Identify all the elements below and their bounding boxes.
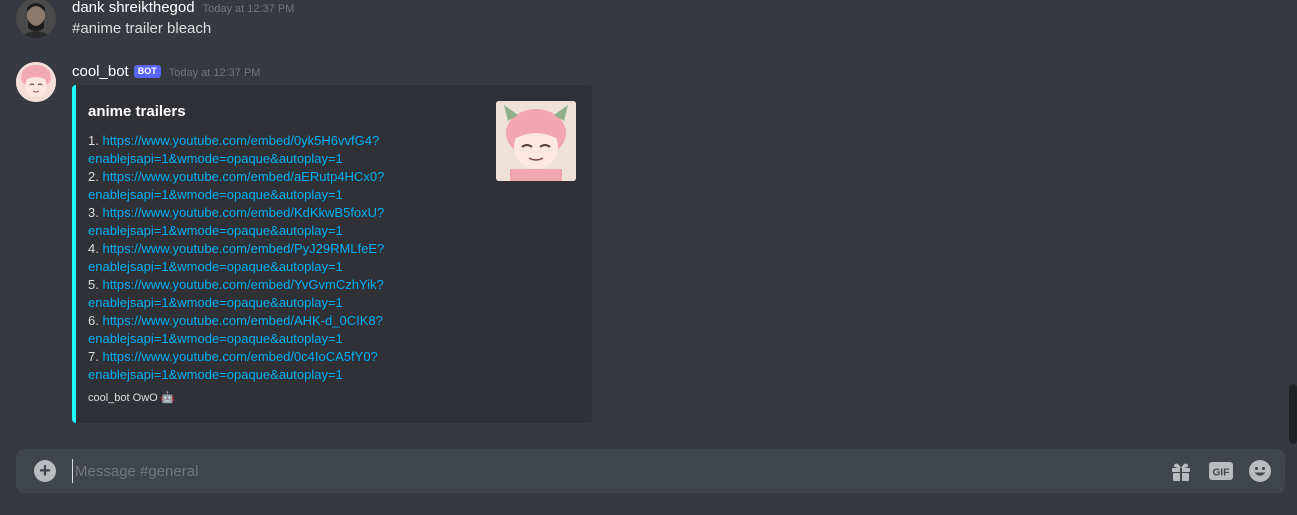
add-attachment-button[interactable]: + xyxy=(34,460,56,482)
message-input[interactable] xyxy=(72,459,1152,483)
link-line-1[interactable]: https://www.youtube.com/embed/0yk5H6vvfG… xyxy=(102,133,379,148)
emoji-button[interactable] xyxy=(1248,459,1272,483)
plus-icon: + xyxy=(39,460,51,482)
link-line-2[interactable]: enablejsapi=1&wmode=opaque&autoplay=1 xyxy=(88,331,343,346)
message-header: dank shreikthegod Today at 12:37 PM xyxy=(72,0,294,16)
gif-label: GIF xyxy=(1213,468,1230,479)
embed-title: anime trailers xyxy=(88,103,186,120)
item-number: 6. xyxy=(88,313,99,328)
item-number: 1. xyxy=(88,133,99,148)
link-line-2[interactable]: enablejsapi=1&wmode=opaque&autoplay=1 xyxy=(88,151,343,166)
timestamp: Today at 12:37 PM xyxy=(202,3,295,15)
timestamp: Today at 12:37 PM xyxy=(168,67,261,79)
link-line-2[interactable]: enablejsapi=1&wmode=opaque&autoplay=1 xyxy=(88,295,343,310)
list-item: 5. https://www.youtube.com/embed/YvGvmCz… xyxy=(88,276,488,312)
emoji-icon xyxy=(1249,460,1271,482)
link-line-2[interactable]: enablejsapi=1&wmode=opaque&autoplay=1 xyxy=(88,367,343,382)
message: dank shreikthegod Today at 12:37 PM #ani… xyxy=(0,0,1280,48)
embed-footer: cool_bot OwO 🤖 xyxy=(88,392,175,404)
scrollbar-thumb[interactable] xyxy=(1289,384,1297,444)
avatar[interactable] xyxy=(16,0,56,38)
embed: anime trailers 1. https://www.youtube.co… xyxy=(72,85,592,423)
list-item: 6. https://www.youtube.com/embed/AHK-d_0… xyxy=(88,312,488,348)
thumbnail-image xyxy=(496,101,576,181)
item-number: 7. xyxy=(88,349,99,364)
link-line-1[interactable]: https://www.youtube.com/embed/YvGvmCzhYi… xyxy=(102,277,383,292)
list-item: 7. https://www.youtube.com/embed/0c4IoCA… xyxy=(88,348,488,384)
message: cool_bot BOT Today at 12:37 PM anime tra… xyxy=(0,60,1280,440)
link-line-2[interactable]: enablejsapi=1&wmode=opaque&autoplay=1 xyxy=(88,259,343,274)
message-header: cool_bot BOT Today at 12:37 PM xyxy=(72,63,260,80)
gif-icon: GIF xyxy=(1209,462,1233,480)
embed-description: 1. https://www.youtube.com/embed/0yk5H6v… xyxy=(88,132,488,384)
item-number: 5. xyxy=(88,277,99,292)
bot-tag: BOT xyxy=(133,65,161,78)
avatar[interactable] xyxy=(16,62,56,102)
gift-button[interactable] xyxy=(1169,459,1193,483)
gif-button[interactable]: GIF xyxy=(1209,459,1233,483)
item-number: 4. xyxy=(88,241,99,256)
link-line-1[interactable]: https://www.youtube.com/embed/0c4IoCA5fY… xyxy=(102,349,377,364)
link-line-2[interactable]: enablejsapi=1&wmode=opaque&autoplay=1 xyxy=(88,187,343,202)
item-number: 3. xyxy=(88,205,99,220)
chat-area: dank shreikthegod Today at 12:37 PM #ani… xyxy=(0,0,1297,515)
link-line-1[interactable]: https://www.youtube.com/embed/aERutp4HCx… xyxy=(102,169,384,184)
list-item: 3. https://www.youtube.com/embed/KdKkwB5… xyxy=(88,204,488,240)
item-number: 2. xyxy=(88,169,99,184)
list-item: 2. https://www.youtube.com/embed/aERutp4… xyxy=(88,168,488,204)
bot-avatar-image xyxy=(16,62,56,102)
link-line-2[interactable]: enablejsapi=1&wmode=opaque&autoplay=1 xyxy=(88,223,343,238)
message-composer: + GIF xyxy=(16,449,1285,493)
username[interactable]: dank shreikthegod xyxy=(72,0,195,16)
link-line-1[interactable]: https://www.youtube.com/embed/PyJ29RMLfe… xyxy=(102,241,384,256)
username[interactable]: cool_bot xyxy=(72,63,129,80)
message-content: #anime trailer bleach xyxy=(72,20,212,37)
link-line-1[interactable]: https://www.youtube.com/embed/AHK-d_0CIK… xyxy=(102,313,382,328)
embed-thumbnail[interactable] xyxy=(496,101,576,181)
user-avatar-image xyxy=(16,0,56,38)
list-item: 4. https://www.youtube.com/embed/PyJ29RM… xyxy=(88,240,488,276)
link-line-1[interactable]: https://www.youtube.com/embed/KdKkwB5fox… xyxy=(102,205,384,220)
list-item: 1. https://www.youtube.com/embed/0yk5H6v… xyxy=(88,132,488,168)
gift-icon xyxy=(1172,463,1190,481)
